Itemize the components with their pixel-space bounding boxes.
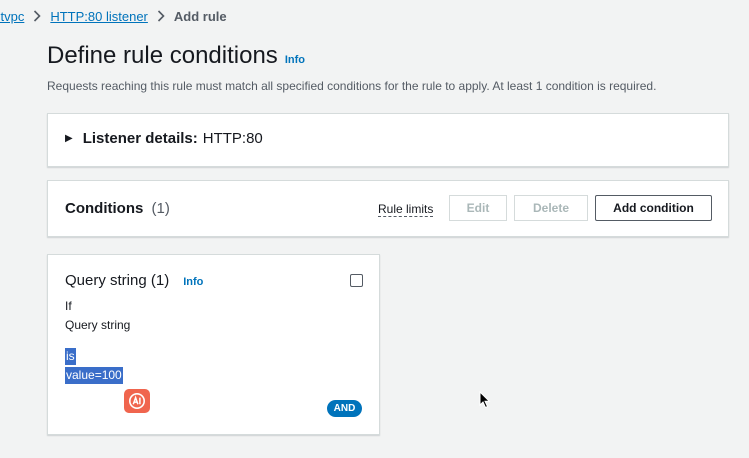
condition-if-label: If xyxy=(65,299,72,313)
breadcrumb-vpc-link[interactable]: stvpc xyxy=(0,9,24,24)
delete-button[interactable]: Delete xyxy=(514,195,588,221)
conditions-panel: Conditions (1) Rule limits Edit Delete A… xyxy=(47,180,729,237)
page-description: Requests reaching this rule must match a… xyxy=(47,79,657,93)
condition-card-heading: Query string (1) Info xyxy=(65,272,203,289)
caret-right-icon: ▶ xyxy=(65,133,73,144)
listener-details-value: HTTP:80 xyxy=(202,130,263,147)
condition-operator: is xyxy=(65,348,76,365)
listener-details-label: Listener details: xyxy=(82,130,198,147)
page-title: Define rule conditions Info xyxy=(47,42,305,70)
condition-value: value=100 xyxy=(65,367,123,384)
ai-icon[interactable] xyxy=(124,389,150,413)
condition-select-checkbox[interactable] xyxy=(350,274,363,287)
conditions-title: Conditions xyxy=(65,200,144,217)
breadcrumb: stvpc HTTP:80 listener Add rule xyxy=(0,7,227,25)
edit-button[interactable]: Edit xyxy=(449,195,507,221)
page-info-link[interactable]: Info xyxy=(285,54,305,66)
listener-details-panel: ▶ Listener details: HTTP:80 xyxy=(47,113,729,167)
condition-card-title: Query string (1) xyxy=(65,272,170,289)
chevron-right-icon xyxy=(157,10,165,22)
conditions-count: (1) xyxy=(151,200,170,217)
add-condition-button[interactable]: Add condition xyxy=(595,195,712,221)
condition-field: Query string xyxy=(65,318,131,332)
condition-info-link[interactable]: Info xyxy=(183,276,203,288)
mouse-cursor-icon xyxy=(479,390,491,414)
breadcrumb-listener-link[interactable]: HTTP:80 listener xyxy=(50,9,148,24)
conditions-heading: Conditions (1) xyxy=(65,200,170,217)
condition-card: Query string (1) Info If Query string is… xyxy=(47,254,380,435)
chevron-right-icon xyxy=(33,10,41,22)
breadcrumb-current: Add rule xyxy=(173,8,227,24)
and-badge: AND xyxy=(327,400,362,417)
listener-details-toggle[interactable]: ▶ Listener details: HTTP:80 xyxy=(65,130,263,147)
rule-limits-link[interactable]: Rule limits xyxy=(378,202,434,217)
page-title-text: Define rule conditions xyxy=(47,42,278,69)
